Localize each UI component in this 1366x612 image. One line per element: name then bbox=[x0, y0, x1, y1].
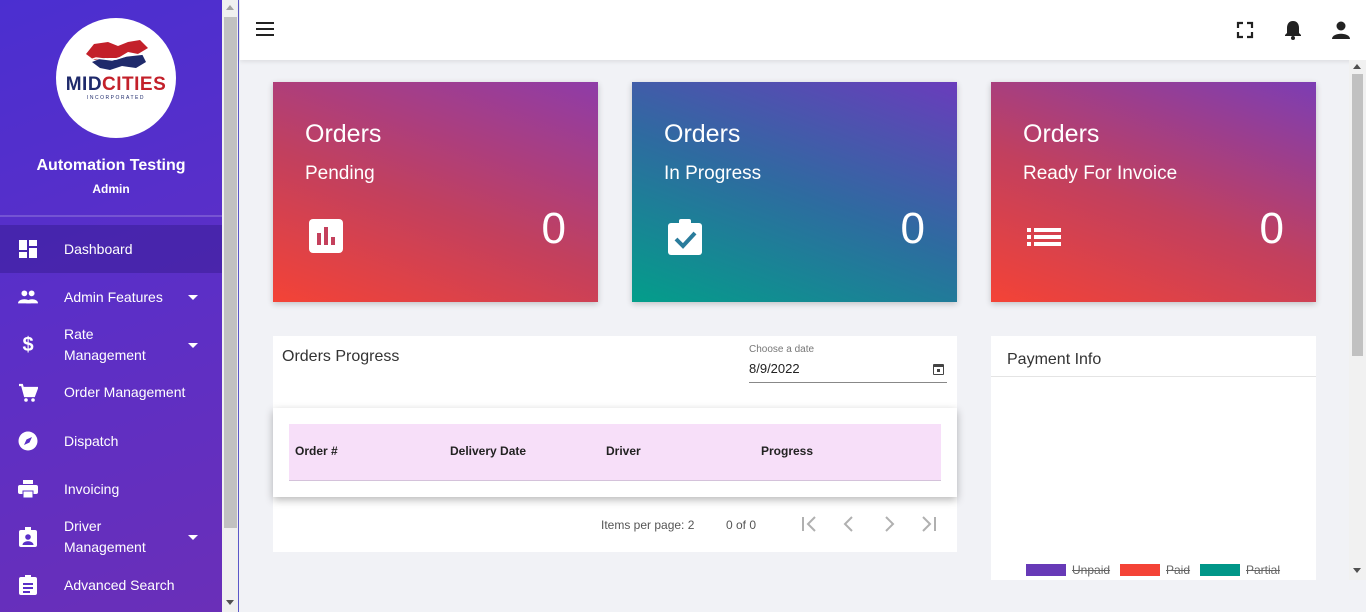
bar-chart-icon bbox=[309, 219, 343, 253]
panel-title: Payment Info bbox=[1007, 351, 1102, 368]
page-range-label: 0 of 0 bbox=[726, 518, 757, 532]
payment-info-panel: Payment Info Unpaid Paid Partial bbox=[991, 336, 1316, 580]
user-name: Automation Testing bbox=[36, 157, 186, 174]
card-subtitle: Ready For Invoice bbox=[1023, 163, 1178, 184]
compass-icon bbox=[18, 431, 38, 451]
legend-item-unpaid[interactable]: Unpaid bbox=[1026, 563, 1111, 577]
legend-label: Unpaid bbox=[1072, 563, 1111, 577]
legend-label: Partial bbox=[1246, 563, 1281, 577]
scroll-down-arrow-icon[interactable] bbox=[226, 600, 234, 605]
user-role: Admin bbox=[92, 182, 130, 196]
card-orders-in-progress: Orders In Progress 0 bbox=[632, 82, 957, 302]
legend-item-partial[interactable]: Partial bbox=[1200, 563, 1281, 577]
chevron-down-icon bbox=[188, 295, 198, 300]
clipboard-check-icon bbox=[668, 219, 702, 255]
legend-swatch bbox=[1200, 564, 1240, 576]
orders-table: Order # Delivery Date Driver Progress bbox=[273, 408, 957, 497]
dashboard-icon bbox=[18, 239, 38, 259]
items-per-page-label: Items per page: bbox=[601, 518, 685, 532]
sidebar-scrollbar[interactable] bbox=[222, 0, 239, 612]
sidebar-item-label-line1: Driver bbox=[64, 518, 102, 534]
sidebar-item-invoicing[interactable]: Invoicing bbox=[0, 465, 222, 513]
printer-icon bbox=[18, 479, 38, 499]
sidebar-item-label-line1: Rate bbox=[64, 326, 94, 342]
scroll-up-arrow-icon[interactable] bbox=[1353, 64, 1361, 69]
card-title: Orders bbox=[1023, 120, 1100, 148]
logo-text-cities: CITIES bbox=[102, 74, 167, 95]
usa-map-logo-icon bbox=[83, 40, 148, 70]
previous-page-icon[interactable] bbox=[839, 513, 859, 535]
sidebar-item-advanced-search[interactable]: Advanced Search bbox=[0, 561, 222, 609]
scroll-down-arrow-icon[interactable] bbox=[1353, 568, 1361, 573]
table-header-row: Order # Delivery Date Driver Progress bbox=[289, 424, 941, 481]
sidebar-item-rate-management[interactable]: $ Rate Management bbox=[0, 321, 222, 369]
sidebar-item-label-line2: Management bbox=[64, 539, 146, 555]
chevron-down-icon bbox=[188, 535, 198, 540]
sidebar-item-driver-management[interactable]: Driver Management bbox=[0, 513, 222, 561]
sidebar-item-dispatch[interactable]: Dispatch bbox=[0, 417, 222, 465]
panel-divider bbox=[991, 376, 1316, 377]
date-input-underline bbox=[749, 382, 947, 383]
sidebar-item-label: Advanced Search bbox=[64, 577, 175, 593]
clipboard-icon bbox=[18, 575, 38, 595]
company-logo: MIDCITIES INCORPORATED bbox=[56, 18, 176, 138]
list-icon bbox=[1027, 219, 1061, 253]
calendar-icon[interactable] bbox=[933, 364, 944, 375]
first-page-icon[interactable] bbox=[799, 513, 819, 535]
chevron-down-icon bbox=[188, 343, 198, 348]
sidebar-item-dashboard[interactable]: Dashboard bbox=[0, 225, 222, 273]
column-header-delivery-date[interactable]: Delivery Date bbox=[450, 444, 526, 458]
account-icon[interactable] bbox=[1331, 20, 1351, 40]
fullscreen-icon[interactable] bbox=[1235, 20, 1255, 40]
panel-title: Orders Progress bbox=[282, 348, 400, 365]
paginator: Items per page: 2 0 of 0 bbox=[273, 508, 957, 538]
card-value: 0 bbox=[541, 204, 566, 253]
legend-item-paid[interactable]: Paid bbox=[1120, 563, 1191, 577]
sidebar: MIDCITIES INCORPORATED Automation Testin… bbox=[0, 0, 222, 612]
card-subtitle: In Progress bbox=[664, 163, 762, 184]
legend-label: Paid bbox=[1166, 563, 1191, 577]
date-input[interactable]: 8/9/2022 bbox=[749, 361, 800, 376]
card-subtitle: Pending bbox=[305, 163, 375, 184]
date-field-label: Choose a date bbox=[749, 344, 815, 355]
badge-icon bbox=[18, 527, 38, 547]
sidebar-item-label: Admin Features bbox=[64, 289, 163, 305]
scroll-up-arrow-icon[interactable] bbox=[226, 5, 234, 10]
legend-swatch bbox=[1026, 564, 1066, 576]
last-page-icon[interactable] bbox=[919, 513, 939, 535]
sidebar-item-label: Dispatch bbox=[64, 433, 119, 449]
cart-icon bbox=[18, 383, 38, 403]
sidebar-divider bbox=[0, 215, 222, 217]
dollar-icon: $ bbox=[22, 333, 34, 356]
sidebar-item-label: Order Management bbox=[64, 384, 186, 400]
sidebar-item-admin-features[interactable]: Admin Features bbox=[0, 273, 222, 321]
card-orders-ready-for-invoice: Orders Ready For Invoice 0 bbox=[991, 82, 1316, 302]
sidebar-scrollbar-thumb[interactable] bbox=[224, 17, 237, 528]
card-title: Orders bbox=[664, 120, 741, 148]
bell-icon[interactable] bbox=[1283, 20, 1303, 40]
column-header-progress[interactable]: Progress bbox=[761, 444, 813, 458]
card-value: 0 bbox=[900, 204, 925, 253]
logo-text-mid: MID bbox=[65, 74, 103, 95]
legend-swatch bbox=[1120, 564, 1160, 576]
sidebar-item-label: Invoicing bbox=[64, 481, 120, 497]
card-title: Orders bbox=[305, 120, 382, 148]
top-toolbar bbox=[240, 0, 1366, 60]
column-header-driver[interactable]: Driver bbox=[606, 444, 641, 458]
column-header-order-number[interactable]: Order # bbox=[295, 444, 338, 458]
card-value: 0 bbox=[1259, 204, 1284, 253]
items-per-page-select[interactable]: 2 bbox=[688, 518, 695, 532]
main-scrollbar-thumb[interactable] bbox=[1352, 74, 1363, 356]
sidebar-item-order-management[interactable]: Order Management bbox=[0, 369, 222, 417]
next-page-icon[interactable] bbox=[879, 513, 899, 535]
menu-icon[interactable] bbox=[256, 22, 274, 36]
logo-tagline: INCORPORATED bbox=[87, 95, 145, 101]
main-scrollbar[interactable] bbox=[1349, 60, 1366, 580]
sidebar-item-label-line2: Management bbox=[64, 347, 146, 363]
sidebar-item-label: Dashboard bbox=[64, 241, 133, 257]
orders-progress-panel: Orders Progress Choose a date 8/9/2022 O… bbox=[273, 336, 957, 552]
card-orders-pending: Orders Pending 0 bbox=[273, 82, 598, 302]
people-icon bbox=[18, 287, 38, 307]
